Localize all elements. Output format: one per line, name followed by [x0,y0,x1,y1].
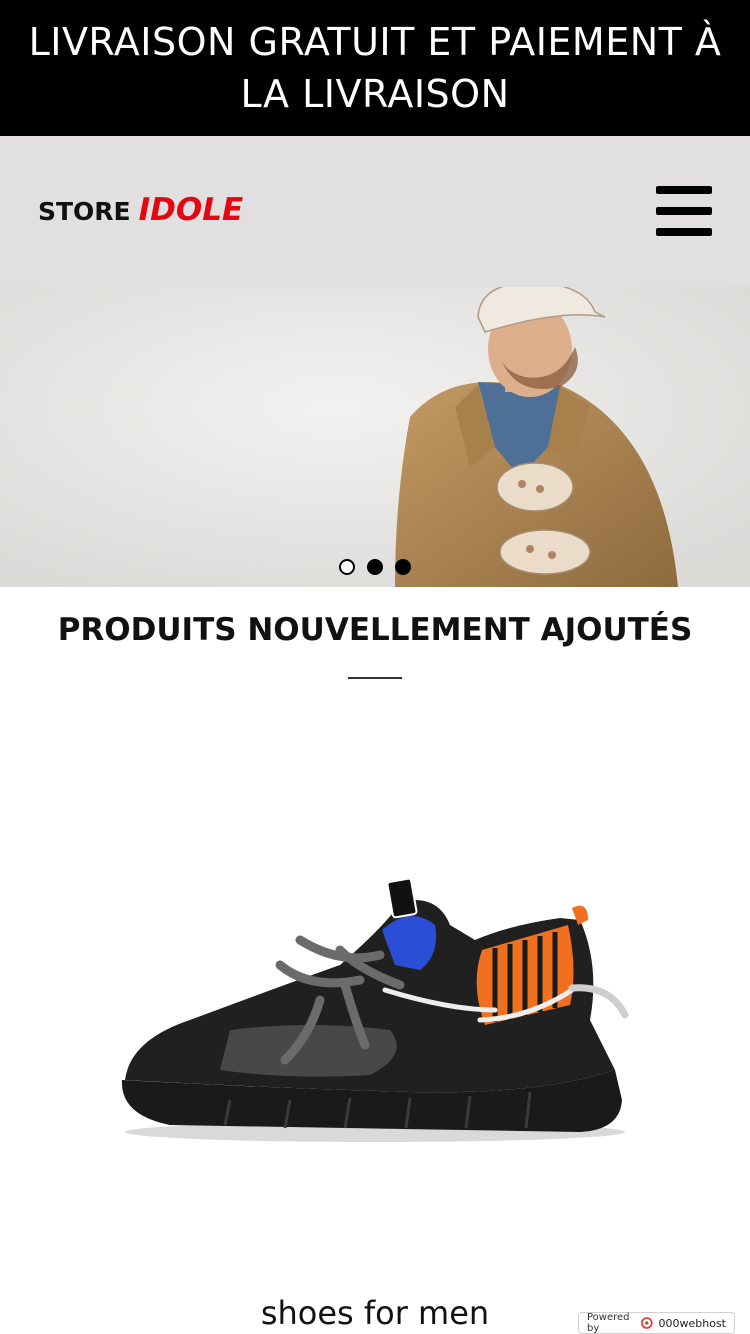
hero-slider[interactable] [0,287,750,587]
slider-dot-2[interactable] [367,559,383,575]
powered-by-label: Powered by [587,1312,630,1334]
webhost-logo-icon [640,1317,653,1329]
hero-image [0,287,750,587]
product-image[interactable] [110,870,640,1150]
slider-dot-1[interactable] [339,559,355,575]
powered-by-brand: 000webhost [658,1316,727,1330]
site-header: STORE IDOLE [0,136,750,287]
logo-brand: IDOLE [138,192,244,228]
hamburger-menu-icon[interactable] [656,186,712,236]
logo-word: STORE [38,197,131,226]
site-logo[interactable]: STORE IDOLE [38,192,243,228]
slider-dot-3[interactable] [395,559,411,575]
promo-banner: LIVRAISON GRATUIT ET PAIEMENT À LA LIVRA… [0,0,750,136]
title-divider [348,677,402,679]
section-title: PRODUITS NOUVELLEMENT AJOUTÉS [57,612,693,648]
powered-by-badge[interactable]: Powered by 000webhost [578,1312,735,1334]
slider-dots [339,559,411,575]
promo-text: LIVRAISON GRATUIT ET PAIEMENT À LA LIVRA… [28,20,722,116]
